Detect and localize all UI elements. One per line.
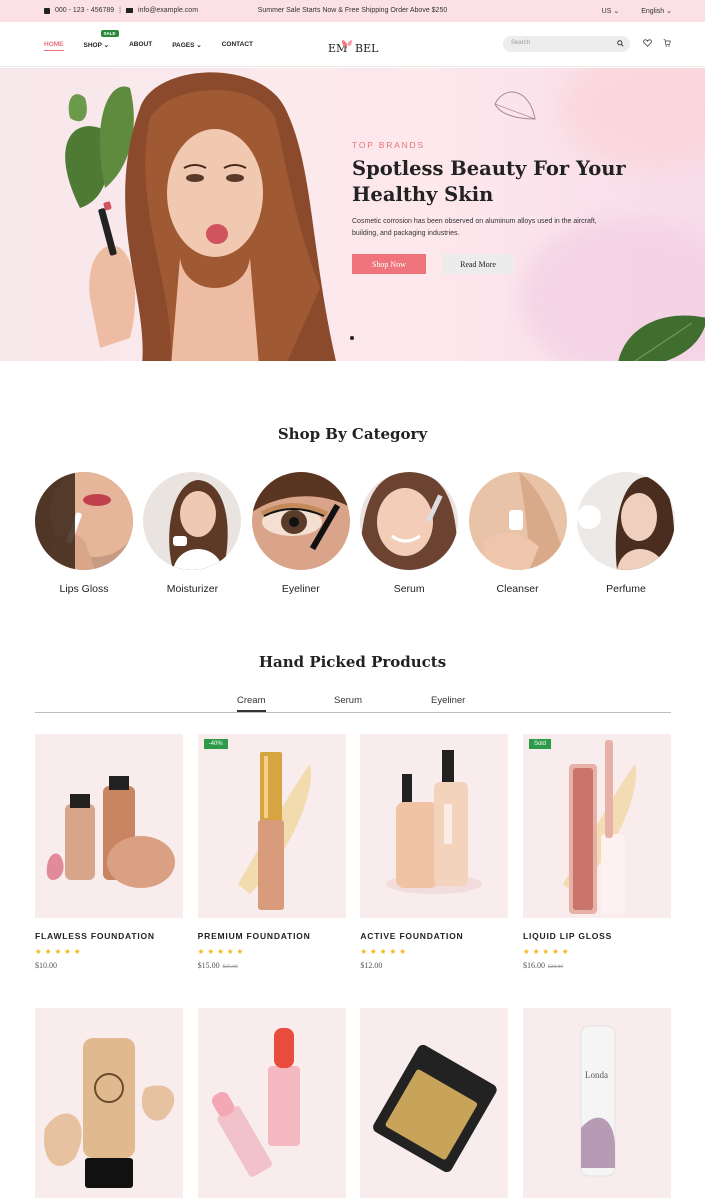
- product-image: -40%: [197, 734, 346, 918]
- product-image: [35, 734, 183, 918]
- product-image: Sold: [522, 734, 671, 918]
- sale-badge: SALE: [100, 30, 119, 37]
- cart-icon[interactable]: [663, 39, 671, 47]
- product-card[interactable]: ACTIVE FOUNDATION ★★★★★ $12.00: [360, 734, 509, 970]
- hero-title: Spotless Beauty For Your Healthy Skin: [352, 157, 626, 206]
- currency-select[interactable]: US ⌄: [602, 7, 620, 15]
- leaf-sketch-icon: [494, 91, 536, 120]
- product-card[interactable]: Sold LIQUID LIP GLOSS ★★★★★ $16.00 $20.00: [522, 734, 671, 970]
- search-placeholder: Search: [511, 40, 531, 46]
- category-image: [360, 472, 459, 570]
- hero-description: Cosmetic corrosion has been observed on …: [352, 218, 597, 237]
- category-image: [143, 472, 242, 570]
- slider-dot[interactable]: [350, 336, 354, 340]
- rating-stars: ★★★★★: [360, 947, 409, 956]
- rating-stars: ★★★★★: [522, 947, 572, 956]
- search-icon[interactable]: [617, 40, 624, 47]
- shop-now-button[interactable]: Shop Now: [352, 254, 426, 274]
- category-label: Lips Gloss: [59, 583, 109, 595]
- tab-serum[interactable]: Serum: [334, 695, 362, 706]
- category-list: Lips Gloss Moisturizer Eyeliner Serum Cl…: [35, 472, 675, 595]
- category-item[interactable]: Perfume: [576, 472, 675, 595]
- category-label: Perfume: [606, 583, 646, 595]
- nav-shop[interactable]: SHOP ⌄ SALE: [84, 30, 119, 51]
- category-label: Serum: [393, 583, 425, 595]
- chevron-down-icon: ⌄: [613, 8, 620, 15]
- rating-stars: ★★★★★: [197, 947, 247, 956]
- tab-eyeliner[interactable]: Eyeliner: [431, 695, 465, 706]
- announcement: Summer Sale Starts Now & Free Shipping O…: [257, 7, 448, 14]
- product-tabs: Cream Serum Eyeliner: [35, 695, 671, 713]
- product-grid: FLAWLESS FOUNDATION ★★★★★ $10.00 -40% PR…: [35, 734, 671, 1198]
- hero-model-image: [65, 72, 336, 361]
- hero-eyebrow: TOP BRANDS: [352, 140, 425, 150]
- chevron-down-icon: ⌄: [103, 42, 110, 49]
- product-name[interactable]: FLAWLESS FOUNDATION: [35, 931, 183, 941]
- category-item[interactable]: Eyeliner: [251, 472, 350, 595]
- product-name[interactable]: PREMIUM FOUNDATION: [198, 931, 346, 941]
- nav-contact[interactable]: CONTACT: [222, 41, 253, 51]
- category-section-title: Shop By Category: [277, 425, 428, 443]
- rating-stars: ★★★★★: [35, 947, 84, 956]
- product-card[interactable]: [35, 1008, 183, 1198]
- language-select[interactable]: English ⌄: [641, 7, 672, 15]
- site-logo[interactable]: EM BEL: [326, 35, 386, 57]
- product-image: [360, 734, 509, 918]
- category-image: [35, 472, 133, 570]
- main-header: HOME SHOP ⌄ SALE ABOUT PAGES ⌄ CONTACT E…: [0, 22, 705, 67]
- product-price: $12.00: [360, 961, 383, 970]
- sold-badge: Sold: [528, 739, 551, 749]
- svg-text:Londa: Londa: [585, 1070, 608, 1080]
- products-section-title: Hand Picked Products: [258, 653, 447, 671]
- chevron-down-icon: ⌄: [196, 42, 202, 49]
- main-nav: HOME SHOP ⌄ SALE ABOUT PAGES ⌄ CONTACT: [44, 30, 253, 51]
- category-item[interactable]: Moisturizer: [143, 472, 242, 595]
- product-image: Londa: [522, 1008, 671, 1198]
- category-item[interactable]: Cleanser: [468, 472, 567, 595]
- product-card[interactable]: [197, 1008, 346, 1198]
- product-image: [35, 1008, 183, 1198]
- nav-home[interactable]: HOME: [44, 41, 64, 51]
- nav-about[interactable]: ABOUT: [129, 41, 152, 51]
- hero-banner: TOP BRANDS Spotless Beauty For Your Heal…: [0, 68, 705, 361]
- product-name[interactable]: LIQUID LIP GLOSS: [523, 931, 671, 941]
- search-input[interactable]: Search: [503, 36, 630, 52]
- product-card[interactable]: Londa: [522, 1008, 671, 1198]
- top-bar: 000 - 123 - 456789 | info@example.com Su…: [0, 0, 705, 22]
- discount-badge: -40%: [203, 739, 228, 749]
- category-label: Eyeliner: [281, 583, 320, 595]
- read-more-button[interactable]: Read More: [442, 254, 514, 274]
- leaf-decoration: [618, 315, 705, 361]
- heart-icon[interactable]: [643, 39, 652, 47]
- hero-content: TOP BRANDS Spotless Beauty For Your Heal…: [352, 140, 652, 274]
- category-label: Moisturizer: [166, 583, 219, 595]
- category-image: [576, 472, 675, 570]
- product-card[interactable]: [360, 1008, 509, 1198]
- category-label: Cleanser: [496, 583, 539, 595]
- category-image: [251, 472, 350, 570]
- product-card[interactable]: -40% PREMIUM FOUNDATION ★★★★★ $15.00 $25.…: [197, 734, 346, 970]
- product-price: $10.00: [35, 961, 57, 970]
- product-image: [197, 1008, 346, 1198]
- product-image: [360, 1008, 509, 1198]
- product-price: $16.00 $20.00: [522, 961, 564, 970]
- product-name[interactable]: ACTIVE FOUNDATION: [360, 931, 508, 941]
- butterfly-icon: [342, 40, 352, 50]
- product-price: $15.00 $25.00: [197, 961, 238, 970]
- nav-pages[interactable]: PAGES ⌄: [172, 41, 202, 51]
- product-card[interactable]: FLAWLESS FOUNDATION ★★★★★ $10.00: [35, 734, 183, 970]
- category-item[interactable]: Lips Gloss: [35, 472, 133, 595]
- tab-cream[interactable]: Cream: [237, 695, 266, 712]
- logo-text-right: BEL: [355, 42, 379, 55]
- category-image: [468, 472, 567, 570]
- category-item[interactable]: Serum: [360, 472, 459, 595]
- chevron-down-icon: ⌄: [666, 8, 672, 15]
